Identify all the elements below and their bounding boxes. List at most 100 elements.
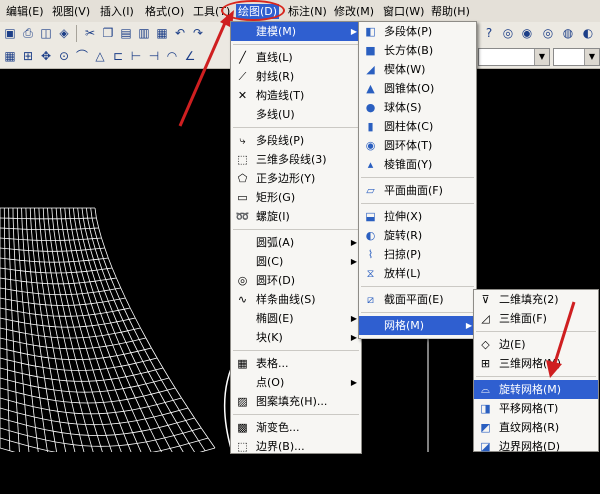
menu-item-revsurf[interactable]: ⌓ 旋转网格(M) xyxy=(474,380,598,399)
menu-item-tabsurf[interactable]: ◨ 平移网格(T) xyxy=(474,399,598,418)
orbit-icon[interactable]: ◍ xyxy=(560,25,576,41)
bracket-icon[interactable]: ⊏ xyxy=(110,48,126,64)
menu-item-ellipse[interactable]: 椭圆(E) ▶ xyxy=(231,309,361,328)
menu-view[interactable]: 视图(V) xyxy=(52,4,90,19)
menu-item-label: 三维多段线(3) xyxy=(256,153,327,166)
menu-item-gradient[interactable]: ▩ 渐变色... xyxy=(231,418,361,437)
triangle-icon[interactable]: △ xyxy=(92,48,108,64)
menu-item-pyramid[interactable]: ▴ 棱锥面(Y) xyxy=(359,155,476,174)
menu-item-ray[interactable]: ⟋ 射线(R) xyxy=(231,67,361,86)
menu-dimension[interactable]: 标注(N) xyxy=(288,4,327,19)
menu-item-mline[interactable]: 多线(U) xyxy=(231,105,361,124)
menu-item-cone[interactable]: ▲ 圆锥体(O) xyxy=(359,79,476,98)
planesurf-icon: ▱ xyxy=(366,184,375,197)
menu-item-wipeout[interactable]: 区域覆盖(W) xyxy=(231,475,361,494)
publish-icon[interactable]: ◈ xyxy=(56,25,72,41)
block-editor-icon[interactable]: ▦ xyxy=(154,25,170,41)
cut-icon[interactable]: ✂ xyxy=(82,25,98,41)
menu-item-polygon[interactable]: ⬠ 正多边形(Y) xyxy=(231,169,361,188)
menu-item-mesh[interactable]: 网格(M) ▶ xyxy=(359,316,476,335)
menu-item-torus[interactable]: ◉ 圆环体(T) xyxy=(359,136,476,155)
linetype-combo[interactable]: ▼ xyxy=(553,48,600,66)
menu-item-label: 圆锥体(O) xyxy=(384,82,435,95)
revsurf-icon: ⌓ xyxy=(481,383,490,396)
mesh-profile-line xyxy=(86,207,195,452)
snap-icon[interactable]: ⊞ xyxy=(20,48,36,64)
menu-item-label: 楔体(W) xyxy=(384,63,426,76)
layer-state-icon[interactable]: ◉ xyxy=(519,25,535,41)
mesh-ring-line xyxy=(0,377,170,393)
match-properties-icon[interactable]: ▥ xyxy=(136,25,152,41)
menu-item-label: 渐变色... xyxy=(256,421,300,434)
menu-item-label: 圆环体(T) xyxy=(384,139,433,152)
menu-item-revolve[interactable]: ◐ 旋转(R) xyxy=(359,226,476,245)
menu-item-helix[interactable]: ➿ 螺旋(I) xyxy=(231,207,361,226)
style-combo[interactable]: ▼ xyxy=(478,48,550,66)
menu-item-planesurf[interactable]: ▱ 平面曲面(F) xyxy=(359,181,476,200)
help-icon[interactable]: ? xyxy=(481,25,497,41)
pan-icon[interactable]: ✥ xyxy=(38,48,54,64)
menu-item-label: 射线(R) xyxy=(256,70,295,83)
menu-item-label: 截面平面(E) xyxy=(384,293,444,306)
menu-modify[interactable]: 修改(M) xyxy=(334,4,374,19)
menu-item-label: 设置(U) xyxy=(384,345,423,358)
rectangle-icon: ▭ xyxy=(237,191,248,204)
menu-window[interactable]: 窗口(W) xyxy=(383,4,424,19)
menu-item-label: 多线(U) xyxy=(256,108,295,121)
menu-item-boundary[interactable]: ⬚ 边界(B)... xyxy=(231,437,361,456)
menu-item-settings[interactable]: 设置(U) ▶ xyxy=(359,342,476,361)
menu-item-modeling[interactable]: 建模(M) ▶ xyxy=(231,22,361,41)
menu-item-line[interactable]: ╱ 直线(L) xyxy=(231,48,361,67)
menu-item-rulesurf[interactable]: ◩ 直纹网格(R) xyxy=(474,418,598,437)
print-icon[interactable]: ⎙ xyxy=(20,25,36,41)
save-icon[interactable]: ▣ xyxy=(2,25,18,41)
menu-item-table[interactable]: ▦ 表格... xyxy=(231,354,361,373)
menu-item-hatch[interactable]: ▨ 图案填充(H)... xyxy=(231,392,361,411)
menu-item-arc[interactable]: 圆弧(A) ▶ xyxy=(231,233,361,252)
submenu-arrow-icon: ▶ xyxy=(350,333,357,342)
copy-icon[interactable]: ❐ xyxy=(100,25,116,41)
menu-item-xline[interactable]: ✕ 构造线(T) xyxy=(231,86,361,105)
menu-item-rectangle[interactable]: ▭ 矩形(G) xyxy=(231,188,361,207)
dim-linear-icon[interactable]: ⊢ xyxy=(128,48,144,64)
menu-item-loft[interactable]: ⧖ 放样(L) xyxy=(359,264,476,283)
menu-item-3dpoly[interactable]: ⬚ 三维多段线(3) xyxy=(231,150,361,169)
plot-preview-icon[interactable]: ◫ xyxy=(38,25,54,41)
menu-item-spline[interactable]: ∿ 样条曲线(S) xyxy=(231,290,361,309)
view-icon[interactable]: ◐ xyxy=(580,25,596,41)
menu-item-cylinder[interactable]: ▮ 圆柱体(C) xyxy=(359,117,476,136)
menu-item-region[interactable]: ◫ 面域(N) xyxy=(231,456,361,475)
menu-item-box[interactable]: ■ 长方体(B) xyxy=(359,41,476,60)
zoom-icon[interactable]: ⊙ xyxy=(56,48,72,64)
menu-item-point[interactable]: 点(O) ▶ xyxy=(231,373,361,392)
paste-icon[interactable]: ▤ xyxy=(118,25,134,41)
menu-item-polysolid[interactable]: ◧ 多段体(P) xyxy=(359,22,476,41)
submenu-arrow-icon: ▶ xyxy=(350,27,357,36)
grid-icon[interactable]: ▦ xyxy=(2,48,18,64)
menu-item-polyline[interactable]: ⤷ 多段线(P) xyxy=(231,131,361,150)
torus-icon: ◉ xyxy=(365,139,376,152)
menu-item-label: 圆柱体(C) xyxy=(384,120,434,133)
menu-item-extrude[interactable]: ⬓ 拉伸(X) xyxy=(359,207,476,226)
sweep-icon: ⌇ xyxy=(367,248,374,261)
crosshair-line xyxy=(427,320,429,452)
menu-help[interactable]: 帮助(H) xyxy=(431,4,470,19)
box-icon: ■ xyxy=(365,44,376,57)
menu-item-label: 区域覆盖(W) xyxy=(256,478,320,491)
menu-item-block[interactable]: 块(K) ▶ xyxy=(231,328,361,347)
menu-item-label: 棱锥面(Y) xyxy=(384,158,433,171)
menu-item-section[interactable]: ⧄ 截面平面(E) xyxy=(359,290,476,309)
arc-icon[interactable]: ⌒ xyxy=(74,48,90,64)
menu-item-donut[interactable]: ◎ 圆环(D) xyxy=(231,271,361,290)
menu-item-edgesurf[interactable]: ◪ 边界网格(D) xyxy=(474,437,598,456)
menu-edit[interactable]: 编辑(E) xyxy=(6,4,44,19)
menu-insert[interactable]: 插入(I) xyxy=(100,4,134,19)
dim-aligned-icon[interactable]: ⊣ xyxy=(146,48,162,64)
menu-item-wedge[interactable]: ◢ 楔体(W) xyxy=(359,60,476,79)
menu-item-sphere[interactable]: ● 球体(S) xyxy=(359,98,476,117)
3dface-icon: ◿ xyxy=(481,312,490,325)
layer-tool-icon[interactable]: ◎ xyxy=(500,25,516,41)
workspace-icon[interactable]: ◎ xyxy=(540,25,556,41)
menu-item-circle[interactable]: 圆(C) ▶ xyxy=(231,252,361,271)
menu-item-sweep[interactable]: ⌇ 扫掠(P) xyxy=(359,245,476,264)
